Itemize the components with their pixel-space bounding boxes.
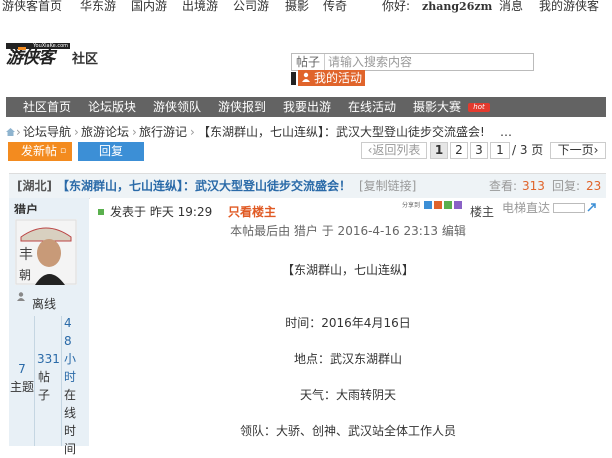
search-scope-select[interactable]: 帖子 xyxy=(292,54,325,70)
top-nav-east[interactable]: 华东游 xyxy=(80,0,116,13)
only-author-link[interactable]: 只看楼主 xyxy=(228,204,276,218)
my-account-link[interactable]: 我的游侠客 xyxy=(539,0,599,13)
copy-link-button[interactable]: [复制链接] xyxy=(359,174,416,198)
post-line-title: 【东湖群山，七山连纵】 xyxy=(281,263,414,277)
search-input[interactable]: 请输入搜索内容 xyxy=(328,54,412,70)
messages-link[interactable]: 消息 xyxy=(499,0,523,13)
share-qzone-icon[interactable] xyxy=(424,201,432,209)
breadcrumb-forum-nav[interactable]: 论坛导航 xyxy=(23,124,71,140)
replies-count: 23 xyxy=(586,179,602,193)
stat-posts[interactable]: 331 帖子 xyxy=(37,350,60,404)
stat-posts-value: 331 xyxy=(37,352,60,366)
post-line-place: 地点：武汉东湖群山 xyxy=(293,352,402,366)
stat-threads[interactable]: 7 主题 xyxy=(10,360,34,396)
breadcrumb-travel-forum[interactable]: 旅游论坛 xyxy=(81,124,129,140)
top-nav-photo[interactable]: 摄影 xyxy=(285,0,309,13)
top-nav-domestic[interactable]: 国内游 xyxy=(131,0,167,13)
top-nav-home[interactable]: 游侠客首页 xyxy=(2,0,62,13)
logo-section: 社区 xyxy=(72,52,99,67)
nav-community-home[interactable]: 社区首页 xyxy=(23,97,71,117)
new-post-label: 发新帖 xyxy=(21,144,58,158)
offline-user-icon xyxy=(17,292,25,301)
share-weibo-icon[interactable] xyxy=(434,201,442,209)
page-jump-input[interactable]: 1 xyxy=(490,142,510,159)
breadcrumb: › 论坛导航 › 旅游论坛 › 旅行游记 › 【东湖群山，七山连纵】：武汉大型登… xyxy=(0,124,612,140)
elevator-go-icon[interactable] xyxy=(587,203,597,212)
top-nav-legend[interactable]: 传奇 xyxy=(323,0,347,13)
nav-leaders[interactable]: 游侠领队 xyxy=(153,97,201,117)
page-1-button[interactable]: 1 xyxy=(430,142,448,159)
back-to-list-button[interactable]: ‹返回列表 xyxy=(361,142,427,159)
svg-text:朝: 朝 xyxy=(19,268,31,282)
stat-online-value: 48小时 xyxy=(64,316,77,384)
elevator-input[interactable] xyxy=(553,203,585,213)
my-activity-label: 我的活动 xyxy=(314,71,363,85)
next-arrow-icon: › xyxy=(593,143,599,157)
top-nav-abroad[interactable]: 出境游 xyxy=(182,0,218,13)
replies-label: 回复: xyxy=(552,179,581,193)
stat-threads-value: 7 xyxy=(18,362,26,376)
elevator-label: 电梯直达 xyxy=(502,201,551,215)
next-page-button[interactable]: 下一页› xyxy=(550,142,606,159)
search-bar: 帖子 请输入搜索内容 xyxy=(291,53,534,71)
logo-accent-icon xyxy=(18,47,26,50)
username-link[interactable]: zhang26zm xyxy=(422,0,492,13)
site-logo[interactable]: YouXiaKe.com 游侠客 xyxy=(6,43,70,69)
share-icons xyxy=(424,201,468,210)
online-dot-icon xyxy=(98,209,104,215)
user-icon xyxy=(302,72,310,82)
views-label: 查看: xyxy=(489,179,518,193)
floor-label: 楼主 xyxy=(470,205,495,218)
search-divider xyxy=(291,72,296,85)
nav-checkin[interactable]: 游侠报到 xyxy=(218,97,266,117)
page-2-button[interactable]: 2 xyxy=(450,142,468,159)
post-line-time: 时间：2016年4月16日 xyxy=(285,316,411,330)
share-more-icon[interactable] xyxy=(454,201,462,209)
page-total: / 3 页 xyxy=(512,143,544,157)
nav-forums[interactable]: 论坛版块 xyxy=(88,97,136,117)
next-page-label: 下一页 xyxy=(557,143,594,157)
top-nav: 游侠客首页 华东游 国内游 出境游 公司游 摄影 传奇 你好: zhang26z… xyxy=(0,0,612,14)
my-activity-button[interactable]: 我的活动 xyxy=(298,70,365,86)
stat-online-label: 在线时间 xyxy=(64,388,77,456)
share-wechat-icon[interactable] xyxy=(444,201,452,209)
top-nav-company[interactable]: 公司游 xyxy=(233,0,269,13)
avatar-image: 丰 朝 xyxy=(15,219,77,285)
stat-online-time[interactable]: 48小时 在线时间 xyxy=(64,314,78,458)
new-post-button[interactable]: 发新帖 ▫ xyxy=(8,142,72,161)
post-time: 发表于 昨天 19:29 xyxy=(110,205,213,218)
main-nav: 社区首页 论坛版块 游侠领队 游侠报到 我要出游 在线活动 摄影大赛 hot xyxy=(6,97,606,117)
breadcrumb-ellipsis: … xyxy=(500,125,512,139)
author-name[interactable]: 猎户 xyxy=(14,203,38,214)
edit-note: 本帖最后由 猎户 于 2016-4-16 23:13 编辑 xyxy=(230,224,466,238)
greeting-label: 你好: xyxy=(382,0,411,13)
thread-region[interactable]: [湖北] xyxy=(17,174,52,198)
dropdown-icon: ▫ xyxy=(60,146,67,156)
home-icon[interactable] xyxy=(6,128,15,136)
nav-online-events[interactable]: 在线活动 xyxy=(348,97,396,117)
post-line-weather: 天气：大雨转阴天 xyxy=(299,388,396,402)
hot-badge: hot xyxy=(468,103,490,112)
stat-threads-label: 主题 xyxy=(10,380,35,394)
breadcrumb-current: 【东湖群山，七山连纵】：武汉大型登山徒步交流盛会! xyxy=(198,125,485,139)
back-to-list-label: 返回列表 xyxy=(372,143,421,157)
views-count: 313 xyxy=(522,179,545,193)
page-3-button[interactable]: 3 xyxy=(470,142,488,159)
author-avatar[interactable]: 丰 朝 xyxy=(15,219,77,285)
reply-button[interactable]: 回复 xyxy=(78,142,144,161)
breadcrumb-travelogue[interactable]: 旅行游记 xyxy=(139,124,187,140)
svg-text:丰: 丰 xyxy=(19,247,33,263)
post-line-leaders: 领队：大骄、创神、武汉站全体工作人员 xyxy=(239,424,456,438)
author-status: 离线 xyxy=(32,297,57,311)
stat-posts-label: 帖子 xyxy=(37,370,50,402)
nav-photo-contest[interactable]: 摄影大赛 xyxy=(413,97,461,117)
thread-title-row: [湖北] 【东湖群山，七山连纵】：武汉大型登山徒步交流盛会！ [复制链接] 查看… xyxy=(9,173,606,199)
nav-travel[interactable]: 我要出游 xyxy=(283,97,331,117)
share-label: 分享到 xyxy=(402,202,421,209)
logo-brand: 游侠客 xyxy=(6,48,55,68)
thread-title: 【东湖群山，七山连纵】：武汉大型登山徒步交流盛会！ xyxy=(57,179,352,193)
